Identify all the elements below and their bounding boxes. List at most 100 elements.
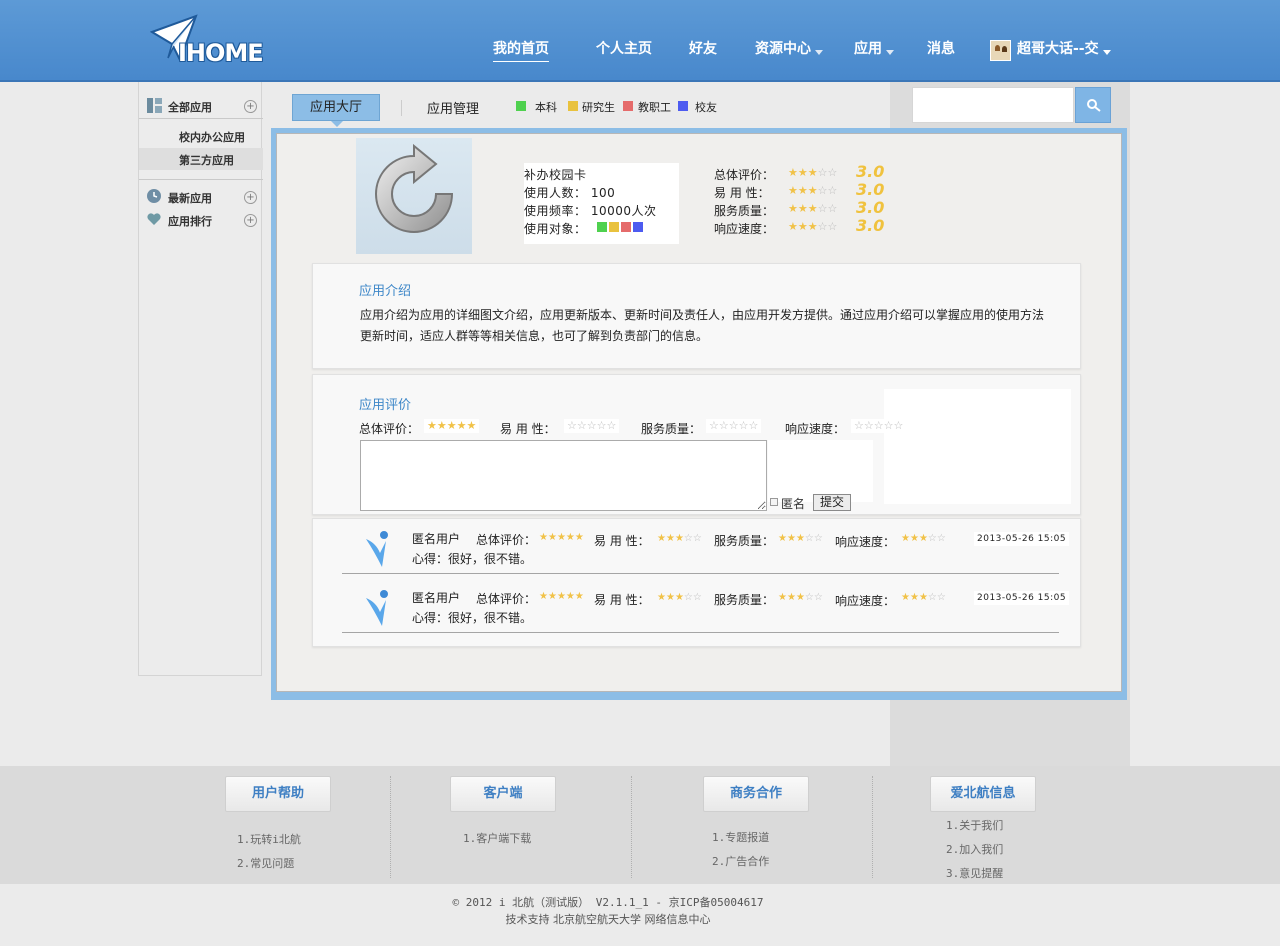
- star-filled-icon[interactable]: ★: [427, 419, 437, 432]
- comment-textarea[interactable]: [360, 440, 767, 511]
- star-empty-icon[interactable]: ☆: [597, 419, 607, 432]
- star-empty-icon[interactable]: ☆: [894, 419, 904, 432]
- footer-col-client: 客户端: [450, 776, 556, 812]
- review-user: 匿名用户: [412, 532, 461, 546]
- star-filled-icon[interactable]: ★: [437, 419, 447, 432]
- star-filled-icon: ★: [565, 532, 575, 543]
- star-empty-icon[interactable]: ☆: [709, 419, 719, 432]
- star-filled-icon: ★: [901, 592, 910, 603]
- star-empty-icon: ☆: [927, 533, 937, 544]
- footer-link[interactable]: 3.意见提醒: [946, 865, 1003, 881]
- evaluation-title: 应用评价: [359, 398, 412, 413]
- freq-value: 10000人次: [590, 204, 657, 218]
- star-empty-icon: ☆: [683, 533, 693, 544]
- footer-link[interactable]: 2.广告合作: [712, 853, 769, 869]
- rating-score-service: 3.0: [856, 198, 885, 217]
- sidebar-item-third-party[interactable]: 第三方应用: [139, 148, 263, 170]
- nav-profile[interactable]: 个人主页: [596, 38, 652, 62]
- review-stars-speed: ★★★☆☆: [901, 592, 946, 603]
- eval-stars-usability[interactable]: ☆☆☆☆☆: [564, 419, 620, 433]
- footer-col-about: 爱北航信息: [930, 776, 1036, 812]
- review-label-speed: 响应速度：: [835, 594, 896, 608]
- clock-icon: [147, 189, 161, 203]
- review-label-service: 服务质量：: [714, 534, 775, 548]
- refresh-icon: [375, 143, 454, 233]
- search-input[interactable]: [912, 87, 1074, 123]
- footer-link[interactable]: 1.专题报道: [712, 829, 769, 845]
- star-filled-icon[interactable]: ★: [457, 419, 467, 432]
- star-empty-icon[interactable]: ☆: [864, 419, 874, 432]
- expand-plus-icon[interactable]: +: [244, 214, 257, 227]
- nav-home[interactable]: 我的首页: [493, 38, 549, 62]
- star-filled-icon[interactable]: ★: [467, 419, 477, 432]
- legend-swatch-alumni: [678, 101, 688, 111]
- star-filled-icon: ★: [807, 166, 818, 179]
- left-sidebar: 全部应用 + 校内办公应用 第三方应用 最新应用 + 应用排行 +: [138, 82, 263, 676]
- review-label-overall: 总体评价：: [476, 592, 537, 606]
- app-name: 补办校园卡: [524, 168, 587, 182]
- sidebar-item-new-apps[interactable]: 最新应用 +: [139, 185, 263, 209]
- sidebar-item-all-apps[interactable]: 全部应用 +: [139, 94, 263, 118]
- submit-button[interactable]: 提交: [813, 494, 851, 511]
- nav-friends[interactable]: 好友: [689, 38, 717, 62]
- star-filled-icon: ★: [565, 591, 575, 602]
- search-button[interactable]: [1075, 87, 1111, 123]
- logo-text: IHOME: [178, 39, 264, 67]
- star-empty-icon[interactable]: ☆: [607, 419, 617, 432]
- star-filled-icon: ★: [909, 533, 919, 544]
- expand-plus-icon[interactable]: +: [244, 100, 257, 113]
- star-empty-icon[interactable]: ☆: [577, 419, 587, 432]
- expand-plus-icon[interactable]: +: [244, 191, 257, 204]
- footer-col-business: 商务合作: [703, 776, 809, 812]
- footer-link[interactable]: 1.玩转i北航: [237, 831, 301, 847]
- review-time: 2013-05-26 15:05: [974, 532, 1070, 546]
- target-undergrad: [597, 222, 607, 232]
- star-filled-icon: ★: [795, 592, 805, 603]
- freq-label: 使用频率：: [524, 204, 587, 218]
- app-icon: [356, 138, 472, 254]
- rating-stars-speed: ★★★☆☆: [788, 220, 837, 233]
- star-empty-icon[interactable]: ☆: [739, 419, 749, 432]
- star-empty-icon: ☆: [813, 592, 823, 603]
- star-empty-icon[interactable]: ☆: [587, 419, 597, 432]
- tab-app-hall[interactable]: 应用大厅: [292, 94, 380, 127]
- user-avatar-icon: [366, 531, 388, 567]
- star-empty-icon[interactable]: ☆: [874, 419, 884, 432]
- star-empty-icon[interactable]: ☆: [719, 419, 729, 432]
- target-graduate: [609, 222, 619, 232]
- star-filled-icon[interactable]: ★: [447, 419, 457, 432]
- star-empty-icon: ☆: [827, 202, 838, 215]
- user-avatar[interactable]: [990, 40, 1011, 61]
- eval-stars-speed[interactable]: ☆☆☆☆☆: [851, 419, 907, 433]
- star-empty-icon[interactable]: ☆: [749, 419, 759, 432]
- footer-link[interactable]: 1.客户端下载: [463, 830, 531, 846]
- eval-label-overall: 总体评价：: [359, 422, 420, 436]
- footer-link[interactable]: 2.常见问题: [237, 855, 294, 871]
- review-label-speed: 响应速度：: [835, 535, 896, 549]
- star-filled-icon: ★: [574, 591, 584, 602]
- eval-stars-service[interactable]: ☆☆☆☆☆: [706, 419, 762, 433]
- nav-resources[interactable]: 资源中心: [755, 38, 823, 62]
- anonymous-checkbox[interactable]: [770, 498, 778, 506]
- star-empty-icon[interactable]: ☆: [567, 419, 577, 432]
- sidebar-item-ranking[interactable]: 应用排行 +: [139, 208, 263, 232]
- nav-messages[interactable]: 消息: [927, 38, 955, 62]
- footer-link[interactable]: 2.加入我们: [946, 841, 1003, 857]
- star-empty-icon[interactable]: ☆: [854, 419, 864, 432]
- user-menu[interactable]: 超哥大话--交: [1017, 38, 1111, 62]
- intro-text: 应用介绍为应用的详细图文介绍，应用更新版本、更新时间及责任人，由应用开发方提供。…: [360, 308, 1045, 343]
- star-filled-icon: ★: [901, 533, 910, 544]
- nav-apps[interactable]: 应用: [854, 38, 894, 62]
- legend-label: 校友: [695, 101, 717, 114]
- star-empty-icon: ☆: [827, 220, 838, 233]
- rating-stars-service: ★★★☆☆: [788, 202, 837, 215]
- legend-swatch-staff: [623, 101, 633, 111]
- footer-link[interactable]: 1.关于我们: [946, 817, 1003, 833]
- site-logo[interactable]: IHOME: [148, 12, 268, 68]
- sidebar-item-campus-apps[interactable]: 校内办公应用: [139, 125, 263, 147]
- eval-stars-overall[interactable]: ★★★★★: [424, 419, 480, 433]
- star-empty-icon[interactable]: ☆: [729, 419, 739, 432]
- star-empty-icon[interactable]: ☆: [884, 419, 894, 432]
- star-empty-icon: ☆: [804, 533, 814, 544]
- tab-app-manage[interactable]: 应用管理: [427, 98, 479, 117]
